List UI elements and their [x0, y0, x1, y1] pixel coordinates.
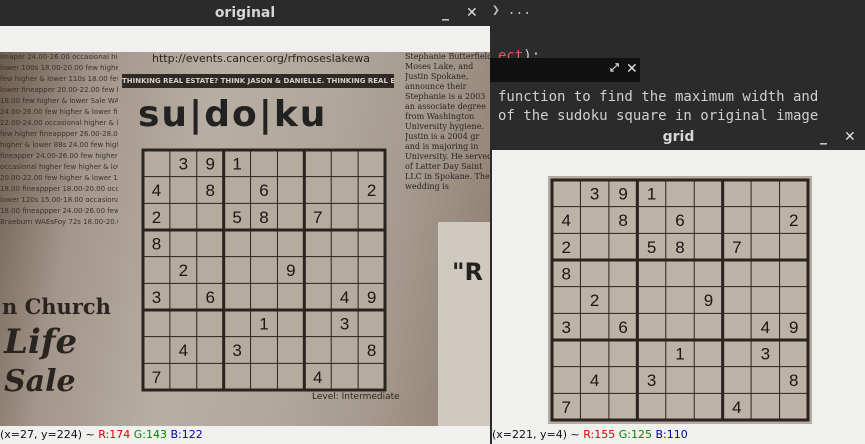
original-titlebar[interactable]: original _ ✕: [0, 0, 490, 26]
newspaper-text-line: 18.00 fineappper 18.00-20.00 occasional: [0, 185, 118, 193]
real-estate-banner: THINKING REAL ESTATE? THINK JASON & DANI…: [122, 74, 394, 88]
church-ad: n Church Life Sale: [2, 294, 111, 399]
expand-icon[interactable]: ⤢: [610, 61, 619, 75]
sudoku-cell-digit: 4: [761, 318, 770, 337]
sudoku-cell-digit: 2: [152, 208, 161, 227]
sudoku-cell-digit: 8: [675, 238, 684, 257]
minimize-icon[interactable]: _: [442, 0, 449, 26]
sudoku-cell-digit: 5: [647, 238, 656, 257]
grid-image-area: 3914862258782936491343874: [492, 150, 865, 428]
newspaper-text-line: 18.00 few higher & lower Sale WAEsFoy: [0, 97, 118, 105]
newspaper-text-line: fineapper 24.00-26.00 few higher & lower: [0, 152, 118, 160]
small-popup-window[interactable]: ⤢ ✕: [490, 58, 640, 82]
sudoku-cell-digit: 4: [313, 368, 322, 387]
sudoku-cell-digit: 4: [179, 341, 188, 360]
sudoku-cell-digit: 8: [205, 181, 214, 200]
sudoku-cell-digit: 6: [675, 211, 684, 230]
sudoku-cell-digit: 1: [259, 314, 268, 333]
sudoku-cell-digit: 4: [152, 181, 161, 200]
sudoku-cell-digit: 2: [590, 291, 599, 310]
newspaper-text-line: 18.00 fineappper 24.00-26.00 few higher: [0, 207, 118, 215]
newspaper-text-line: 24.00-26.00 few higher & lower fineapppe…: [0, 108, 118, 116]
sudoku-cell-digit: 3: [561, 318, 570, 337]
sudoku-cell-digit: 9: [205, 154, 214, 173]
sudoku-cell-digit: 8: [618, 211, 627, 230]
warped-sudoku-grid: 3 9 14 8 6 22 5 8 782 93 6 4 91 34 3 87 4: [550, 178, 810, 422]
sudoku-cell-digit: 3: [761, 344, 770, 363]
sudoku-cell-digit: 7: [313, 208, 322, 227]
original-sudoku-grid: 3 9 14 8 6 22 5 8 782 93 6 4 91 34 3 87 4: [141, 148, 387, 392]
window-title: grid: [662, 129, 695, 145]
sudoku-cell-digit: 2: [561, 238, 570, 257]
sudoku-heading: su|do|ku: [138, 94, 328, 135]
sudoku-cell-digit: 4: [561, 211, 570, 230]
sudoku-cell-digit: 9: [618, 184, 627, 203]
right-ad: "R: [438, 222, 490, 426]
newspaper-text-line: Braeburn WAEsFoy 72s 18.00-20.00: [0, 218, 118, 226]
editor-topbar: ❯ ...: [490, 0, 865, 22]
newspaper-text-line: 20.00-22.00 few higher & lower 113s: [0, 174, 118, 182]
sudoku-cell-digit: 1: [232, 154, 241, 173]
sudoku-cell-digit: 2: [367, 181, 376, 200]
close-icon[interactable]: ✕: [466, 0, 478, 26]
newspaper-left-column: Ireaper 24.00-26.00 occasional higher & l…: [0, 52, 118, 292]
original-statusbar: (x=27, y=224) ~ R:174 G:143 B:122: [0, 428, 490, 444]
sudoku-cell-digit: 1: [647, 184, 656, 203]
sudoku-cell-digit: 7: [561, 398, 570, 417]
difficulty-label: Level: Intermediate: [312, 392, 400, 402]
newspaper-text-line: lower 100s 18.00-20.00 few higher &: [0, 64, 118, 72]
code-line: function to find the maximum width and: [498, 89, 819, 105]
sudoku-cell-digit: 3: [590, 184, 599, 203]
warped-sudoku-image: 3914862258782936491343874: [548, 176, 812, 424]
newspaper-text-line: lower fineapper 20.00-22.00 few higher &: [0, 86, 118, 94]
sudoku-cell-digit: 1: [675, 344, 684, 363]
newspaper-text-line: lower 120s 15.00-18.00 occasional: [0, 196, 118, 204]
sudoku-cell-digit: 8: [259, 208, 268, 227]
newspaper-url: http://events.cancer.org/rfmoseslakewa: [152, 52, 370, 65]
newspaper-text-line: few higher & lower 110s 18.00 few higher…: [0, 75, 118, 83]
sudoku-cell-digit: 6: [618, 318, 627, 337]
sudoku-cell-digit: 6: [259, 181, 268, 200]
original-window[interactable]: original _ ✕ Ireaper 24.00-26.00 occasio…: [0, 0, 490, 444]
sudoku-cell-digit: 8: [789, 371, 798, 390]
sudoku-cell-digit: 8: [367, 341, 376, 360]
sudoku-cell-digit: 8: [152, 234, 161, 253]
sudoku-cell-digit: 4: [340, 288, 349, 307]
sudoku-cell-digit: 9: [704, 291, 713, 310]
newspaper-text-line: higher & lower 88s 24.00 few higher: [0, 141, 118, 149]
sudoku-cell-digit: 7: [732, 238, 741, 257]
sudoku-cell-digit: 5: [232, 208, 241, 227]
sudoku-cell-digit: 9: [367, 288, 376, 307]
close-icon[interactable]: ✕: [844, 124, 856, 150]
close-icon[interactable]: ✕: [626, 61, 638, 77]
sudoku-cell-digit: 9: [286, 261, 295, 280]
sudoku-cell-digit: 3: [152, 288, 161, 307]
editor-tab-text: ❯ ...: [492, 3, 532, 18]
minimize-icon[interactable]: _: [820, 124, 827, 150]
sudoku-cell-digit: 9: [789, 318, 798, 337]
newspaper-right-column: Stephanie Butterfield Moses Lake, and Ju…: [405, 52, 490, 191]
sudoku-cell-digit: 8: [561, 264, 570, 283]
code-line: of the sudoku square in original image: [498, 108, 819, 124]
sudoku-cell-digit: 6: [205, 288, 214, 307]
original-image: Ireaper 24.00-26.00 occasional higher & l…: [0, 52, 490, 426]
sudoku-cell-digit: 3: [340, 314, 349, 333]
sudoku-cell-digit: 3: [232, 341, 241, 360]
sudoku-cell-digit: 3: [179, 154, 188, 173]
sudoku-cell-digit: 3: [647, 371, 656, 390]
newspaper-text-line: occasional higher few higher & lower fin…: [0, 163, 118, 171]
grid-statusbar: (x=221, y=4) ~ R:155 G:125 B:110: [492, 428, 865, 444]
newspaper-text-line: few higher fineappper 26.00-28.00 occa-: [0, 130, 118, 138]
sudoku-cell-digit: 2: [179, 261, 188, 280]
sudoku-cell-digit: 2: [789, 211, 798, 230]
sudoku-cell-digit: 4: [590, 371, 599, 390]
sudoku-cell-digit: 7: [152, 368, 161, 387]
newspaper-text-line: Ireaper 24.00-26.00 occasional higher &: [0, 53, 118, 61]
sudoku-cell-digit: 4: [732, 398, 741, 417]
window-title: original: [214, 5, 276, 21]
grid-titlebar[interactable]: grid _ ✕: [492, 124, 865, 150]
newspaper-text-line: 22.00-24.00 occasional higher & lower 80…: [0, 119, 118, 127]
grid-window[interactable]: grid _ ✕ 3914862258782936491343874 (x=22…: [492, 124, 865, 444]
